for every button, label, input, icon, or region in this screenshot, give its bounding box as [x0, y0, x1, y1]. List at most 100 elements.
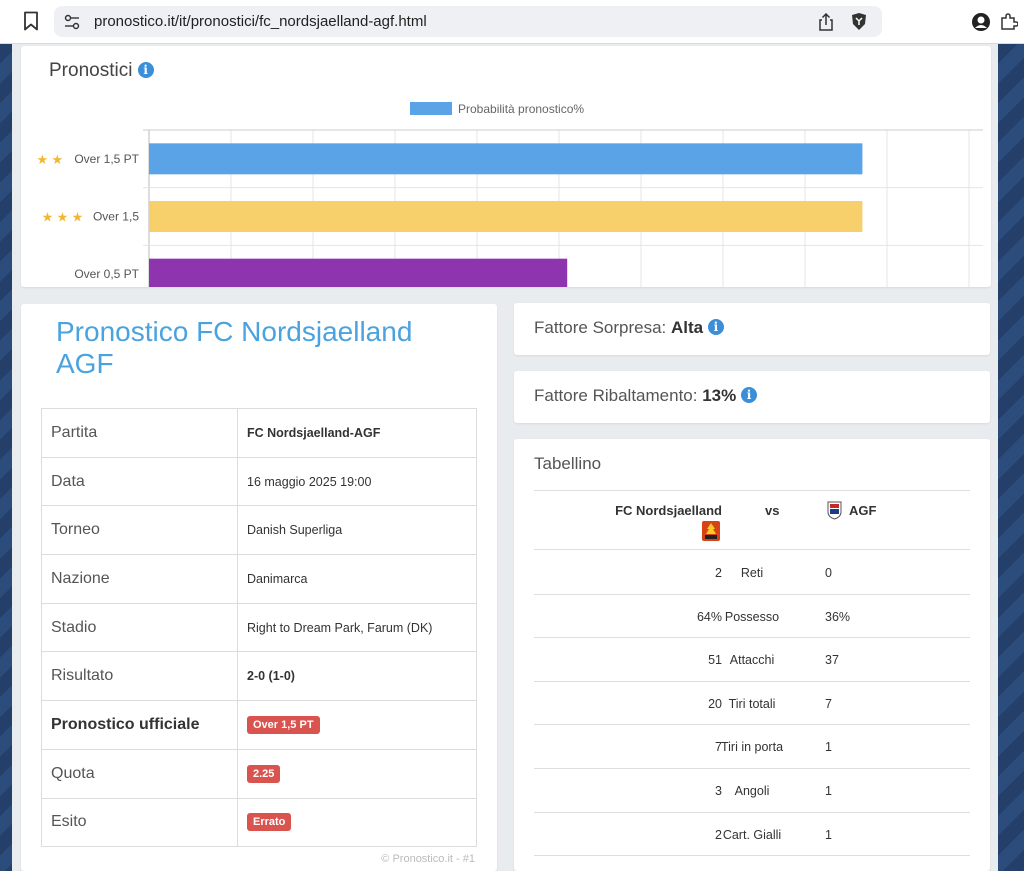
tabellino-panel: Tabellino FC Nordsjaelland vs AGF 2 Reti 0…	[514, 439, 990, 871]
legend-label: Probabilità pronostico%	[458, 102, 584, 116]
home-team-logo-icon	[702, 521, 720, 541]
browser-toolbar: pronostico.it/it/pronostici/fc_nordsjael…	[0, 0, 1024, 44]
star-icon: ★	[72, 211, 84, 226]
vs-label: vs	[765, 503, 780, 518]
status-badge: 2.25	[247, 764, 281, 783]
fattore-ribaltamento-value: 13%	[702, 386, 737, 405]
stat-away-value: 1	[825, 740, 832, 755]
info-row: Risultato 2-0 (1-0)	[41, 651, 477, 702]
stat-row: 51 Attacchi 37	[534, 638, 970, 682]
star-icon: ★	[42, 211, 54, 226]
info-row: Pronostico ufficiale Over 1,5 PT	[41, 700, 477, 750]
info-row: Torneo Danish Superliga	[41, 505, 477, 556]
stat-row: 2 Reti 0	[534, 551, 970, 595]
stat-away-value: 0	[825, 566, 832, 580]
site-settings-icon[interactable]	[64, 14, 80, 30]
stat-away-value: 7	[825, 696, 832, 711]
info-row: Stadio Right to Dream Park, Farum (DK)	[41, 602, 477, 653]
stat-away-value: 1	[825, 784, 832, 798]
info-row-value: 2-0 (1-0)	[237, 651, 477, 702]
pronostici-title-text: Pronostici	[49, 60, 133, 81]
y-category-label: Over 1,5	[93, 210, 139, 224]
url-text[interactable]: pronostico.it/it/pronostici/fc_nordsjael…	[94, 13, 427, 30]
stat-label-value: Attacchi	[729, 653, 775, 668]
bar	[149, 258, 568, 287]
fattore-ribaltamento-label: Fattore Ribaltamento:	[534, 386, 698, 405]
stat-row: 64% Possesso 36%	[534, 595, 970, 639]
info-row: Nazione Danimarca	[41, 554, 477, 604]
star-icon: ★	[36, 153, 48, 168]
pronostici-title: Pronostici i	[49, 60, 154, 82]
match-info-panel: Pronostico FC Nordsjaelland AGF Partita F…	[21, 304, 497, 871]
fattore-sorpresa-value: Alta	[671, 318, 704, 337]
info-row-label: Nazione	[41, 554, 238, 604]
extension-icon[interactable]	[971, 12, 991, 32]
away-team-logo-icon	[827, 501, 842, 520]
share-icon[interactable]	[818, 13, 834, 31]
info-row: Partita FC Nordsjaelland-AGF	[41, 408, 477, 458]
address-bar[interactable]: pronostico.it/it/pronostici/fc_nordsjael…	[54, 6, 882, 37]
tabellino-header: FC Nordsjaelland vs AGF	[534, 490, 970, 550]
info-row: Esito Errato	[41, 797, 477, 848]
info-row: Quota 2.25	[41, 748, 477, 799]
probability-bar-chart: Probabilità pronostico%01020304050607080…	[36, 102, 983, 287]
pronostici-chart-panel: Pronostici i Probabilità pronostico%0102…	[21, 46, 991, 287]
info-row-label: Partita	[41, 408, 238, 458]
stat-label-value: Tiri totali	[728, 696, 776, 711]
fattore-ribaltamento: Fattore Ribaltamento: 13% i	[534, 386, 757, 406]
bar	[149, 143, 863, 175]
fattore-sorpresa-panel: Fattore Sorpresa: Alta i	[514, 303, 990, 355]
info-row-label: Risultato	[41, 651, 238, 702]
info-row-label: Data	[41, 456, 238, 507]
star-icon: ★	[57, 211, 69, 226]
info-icon[interactable]: i	[137, 62, 154, 78]
info-icon[interactable]: i	[740, 387, 757, 403]
away-team-name[interactable]: AGF	[849, 503, 876, 518]
stat-label-value: Angoli	[734, 784, 770, 798]
copyright-text: © Pronostico.it - #1	[381, 853, 475, 865]
info-row-value: 2.25	[237, 748, 477, 799]
info-row: Data 16 maggio 2025 19:00	[41, 456, 477, 507]
extensions-puzzle-icon[interactable]	[1000, 12, 1018, 30]
stat-away-value: 37	[825, 653, 839, 668]
page-background-left	[0, 44, 12, 871]
status-badge: Over 1,5 PT	[247, 715, 320, 734]
star-icon: ★	[51, 153, 63, 168]
y-category-label: Over 1,5 PT	[74, 152, 139, 166]
fattore-ribaltamento-panel: Fattore Ribaltamento: 13% i	[514, 371, 990, 423]
page-background-right	[998, 44, 1024, 871]
info-row-value: 16 maggio 2025 19:00	[237, 456, 477, 507]
stat-label-value: Reti	[740, 566, 764, 580]
stat-away-value: 1	[825, 827, 832, 842]
legend-swatch	[410, 102, 452, 115]
info-row-value: Over 1,5 PT	[237, 700, 477, 750]
info-row-value: FC Nordsjaelland-AGF	[237, 408, 477, 458]
stat-label-value: Tiri in porta	[720, 740, 784, 755]
stat-label-value: Possesso	[724, 609, 780, 624]
info-row-label: Stadio	[41, 602, 238, 653]
bookmark-icon[interactable]	[22, 11, 40, 31]
stat-label-value: Cart. Gialli	[722, 827, 782, 842]
stat-row: 3 Angoli 1	[534, 769, 970, 813]
info-row-value: Right to Dream Park, Farum (DK)	[237, 602, 477, 653]
brave-shield-icon[interactable]	[850, 12, 868, 31]
y-category-label: Over 0,5 PT	[74, 267, 139, 281]
home-team-name[interactable]: FC Nordsjaelland	[615, 503, 722, 518]
info-row-value: Errato	[237, 797, 477, 848]
info-row-label: Esito	[41, 797, 238, 848]
fattore-sorpresa: Fattore Sorpresa: Alta i	[534, 318, 724, 338]
info-row-value: Danish Superliga	[237, 505, 477, 556]
stat-row: 20 Tiri totali 7	[534, 682, 970, 726]
info-row-label: Quota	[41, 748, 238, 799]
stat-row: 2 Cart. Gialli 1	[534, 813, 970, 857]
fattore-sorpresa-label: Fattore Sorpresa:	[534, 318, 667, 337]
info-row-label: Torneo	[41, 505, 238, 556]
info-row-label: Pronostico ufficiale	[41, 700, 238, 750]
status-badge: Errato	[247, 813, 292, 832]
match-info-table: Partita FC Nordsjaelland-AGF Data 16 maggio…	[41, 408, 477, 848]
tabellino-title: Tabellino	[534, 454, 602, 473]
info-icon[interactable]: i	[707, 319, 724, 335]
page-title: Pronostico FC Nordsjaelland AGF	[56, 316, 413, 379]
stat-row: 7 Tiri in porta 1	[534, 725, 970, 769]
info-row-value: Danimarca	[237, 554, 477, 604]
